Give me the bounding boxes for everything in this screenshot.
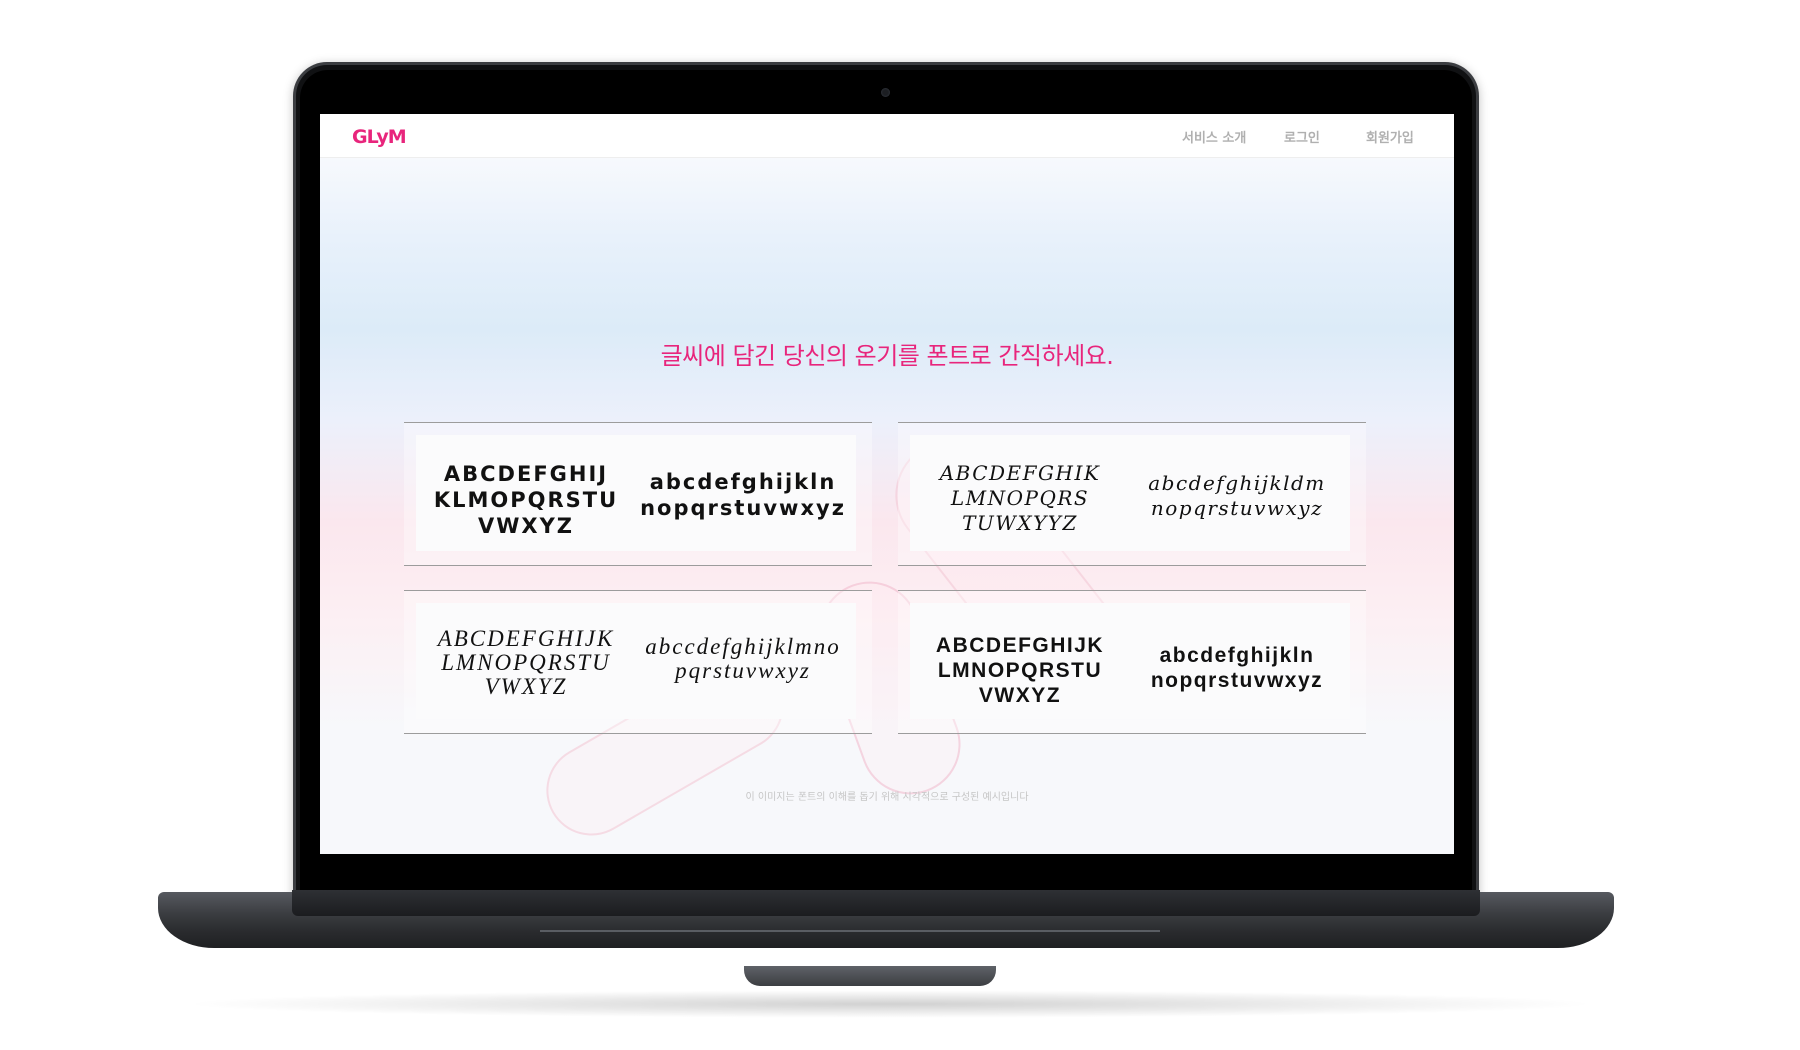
font-sample-card[interactable]: ABCDEFGHIJK LMNOPQRSTU VWXYZ abccdefghij… — [404, 590, 872, 734]
nav-service-intro[interactable]: 서비스 소개 — [1182, 127, 1246, 146]
laptop-opening-notch — [744, 966, 996, 986]
laptop-keyline — [540, 930, 1160, 932]
laptop-shadow — [180, 990, 1600, 1018]
font-sample-preview: ABCDEFGHIK LMNOPQRS TUWXYYZ abcdefghijkl… — [910, 435, 1350, 551]
font-sample-lowercase: abcdefghijkln nopqrstuvwxyz — [640, 470, 846, 520]
font-sample-uppercase: ABCDEFGHIJK LMNOPQRSTU VWXYZ — [437, 626, 615, 699]
laptop-hinge — [292, 890, 1480, 916]
font-sample-uppercase: ABCDEFGHIJ KLMOPQRSTU VWXYZ — [433, 462, 619, 538]
nav-login[interactable]: 로그인 — [1284, 127, 1320, 146]
font-sample-lowercase: abcdefghijkldm nopqrstuvwxyz — [1148, 471, 1326, 520]
font-sample-card[interactable]: ABCDEFGHIJ KLMOPQRSTU VWXYZ abcdefghijkl… — [404, 422, 872, 566]
font-sample-card[interactable]: ABCDEFGHIK LMNOPQRS TUWXYYZ abcdefghijkl… — [898, 422, 1366, 566]
camera-icon — [881, 88, 890, 97]
example-disclaimer: 이 이미지는 폰트의 이해를 돕기 위해 시각적으로 구성된 예시입니다 — [745, 792, 1029, 803]
font-sample-card[interactable]: ABCDEFGHIJK LMNOPQRSTU VWXYZ abcdefghijk… — [898, 590, 1366, 734]
site-logo[interactable]: GLyM — [352, 126, 407, 148]
font-sample-preview: ABCDEFGHIJ KLMOPQRSTU VWXYZ abcdefghijkl… — [416, 435, 856, 551]
nav-signup[interactable]: 회원가입 — [1366, 127, 1414, 146]
hero-headline: 글씨에 담긴 당신의 온기를 폰트로 간직하세요. — [660, 342, 1114, 370]
font-sample-uppercase: ABCDEFGHIJK LMNOPQRSTU VWXYZ — [935, 634, 1105, 707]
font-sample-preview: ABCDEFGHIJK LMNOPQRSTU VWXYZ abccdefghij… — [416, 603, 856, 719]
font-sample-lowercase: abccdefghijklmno pqrstuvwxyz — [645, 634, 841, 683]
font-sample-lowercase: abcdefghijkln nopqrstuvwxyz — [1150, 644, 1324, 692]
top-navigation-bar: GLyM 서비스 소개 로그인 회원가입 — [320, 114, 1454, 158]
font-sample-uppercase: ABCDEFGHIK LMNOPQRS TUWXYYZ — [939, 461, 1101, 535]
font-sample-preview: ABCDEFGHIJK LMNOPQRSTU VWXYZ abcdefghijk… — [910, 603, 1350, 719]
laptop-screen: GLyM 서비스 소개 로그인 회원가입 글씨에 담긴 당신의 온기를 폰트로 … — [320, 114, 1454, 854]
